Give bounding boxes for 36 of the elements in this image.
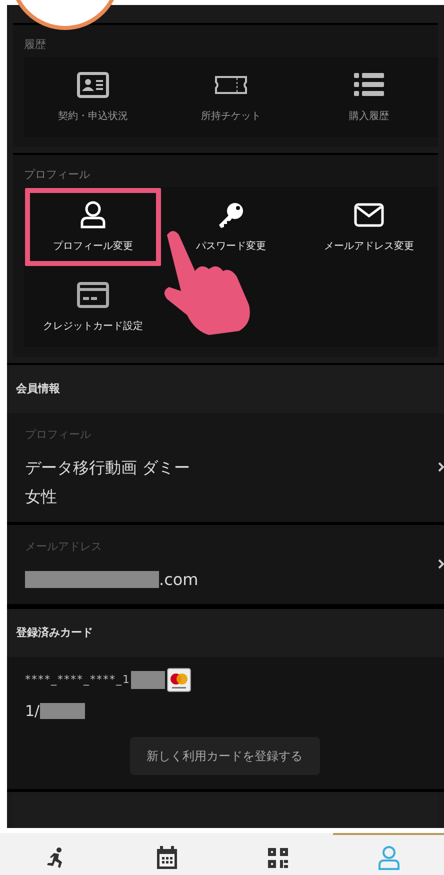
list-icon [354, 72, 384, 96]
id-card-icon [77, 72, 109, 98]
field-value: データ移行動画 ダミー [25, 457, 190, 479]
section-title: プロフィール [24, 167, 91, 183]
user-icon [378, 846, 400, 870]
calendar-icon [156, 846, 178, 870]
menu-item[interactable]: プロフィール変更 [24, 187, 162, 267]
chevron-right-icon [438, 559, 444, 570]
menu-item[interactable]: クレジットカード設定 [24, 267, 162, 347]
field-label: メールアドレス [25, 538, 103, 554]
user-icon [80, 200, 106, 228]
field-label: プロフィール [25, 427, 92, 443]
menu-item[interactable]: 購入履歴 [300, 57, 438, 137]
credit-card-icon [77, 282, 109, 308]
info-row[interactable]: メールアドレス .com [7, 522, 444, 604]
menu-item[interactable]: パスワード変更 [162, 187, 300, 267]
section-title: 登録済みカード [16, 624, 93, 641]
redaction-block [130, 671, 164, 689]
field-value: .com [159, 568, 198, 590]
section-title: 履歴 [24, 37, 47, 53]
register-card-button[interactable]: 新しく利用カードを登録する [130, 737, 320, 775]
section-title: 会員情報 [16, 380, 60, 397]
card-number: ****_****_****_1 [25, 672, 130, 688]
chevron-right-icon [438, 462, 444, 472]
menu-item[interactable]: 契約・申込状況 [24, 57, 162, 137]
ticket-icon [215, 76, 247, 94]
info-row[interactable]: プロフィール データ移行動画 ダミー 女性 [7, 413, 444, 522]
redaction-block [40, 703, 85, 719]
mail-icon [354, 202, 384, 226]
key-icon [217, 200, 245, 228]
card-brand-logo [166, 668, 190, 692]
card-expiry: 1/ [25, 700, 40, 722]
menu-item[interactable]: 所持チケット [162, 57, 300, 137]
menu-item[interactable]: メールアドレス変更 [300, 187, 438, 267]
field-value: 女性 [25, 486, 57, 508]
qr-code-icon [268, 848, 288, 868]
